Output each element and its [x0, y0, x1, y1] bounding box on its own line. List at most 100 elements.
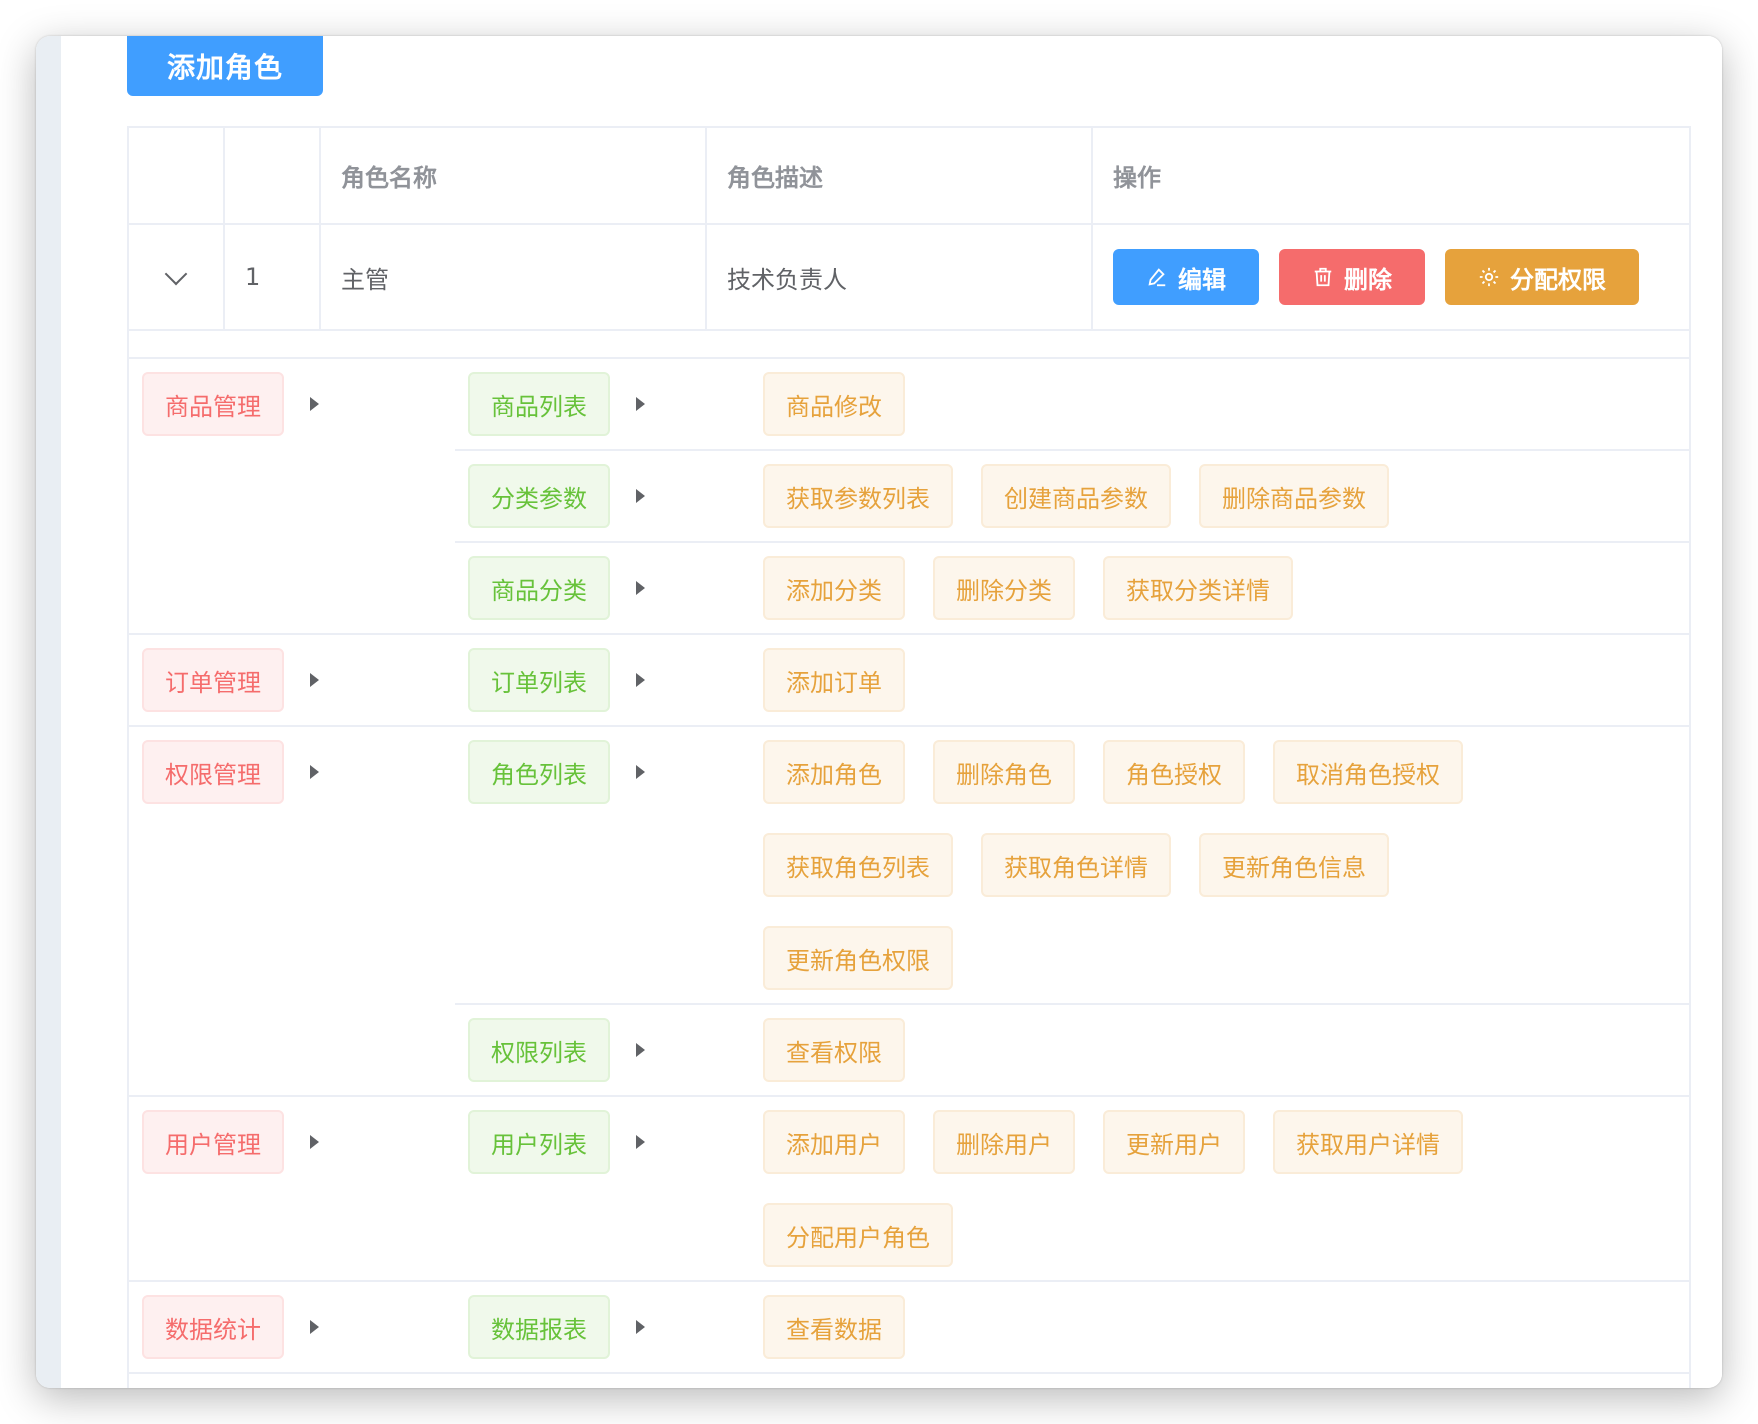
- trash-icon: [1314, 267, 1332, 287]
- rights-level3-tag[interactable]: 添加分类: [763, 556, 905, 620]
- rights-level1-cell: 数据统计: [129, 1282, 455, 1372]
- caret-right-icon: [310, 673, 319, 687]
- rights-level3-tag[interactable]: 获取角色详情: [981, 833, 1171, 897]
- assign-rights-button[interactable]: 分配权限: [1445, 249, 1639, 305]
- rights-level2-row: 数据报表 查看数据: [455, 1282, 1689, 1372]
- header-expand: [129, 128, 225, 223]
- rights-level1-tag[interactable]: 数据统计: [142, 1295, 284, 1359]
- rights-level3-tag[interactable]: 获取角色列表: [763, 833, 953, 897]
- rights-level2-row: 商品分类 添加分类 删除分类 获取分类详情: [455, 541, 1689, 633]
- rights-level1-row: 权限管理 角色列表 添加角色 删除角色 角色授权 取消角色授权获取角色列表 获取角色详情 更新…: [129, 727, 1689, 1097]
- gear-icon: [1479, 267, 1499, 287]
- table-row: 1 主管 技术负责人 编辑 删除 分配权限: [129, 225, 1689, 331]
- rights-level3-tag[interactable]: 取消角色授权: [1273, 740, 1463, 804]
- rights-level3-tag[interactable]: 商品修改: [763, 372, 905, 436]
- roles-card: 添加角色 角色名称 角色描述 操作 1 主管 技术负责人 编辑 删除 分配权限 …: [61, 36, 1722, 1388]
- rights-level2-group: 商品列表 商品修改分类参数 获取参数列表 创建商品参数 删除商品参数商品分类 添加分类 删除…: [455, 359, 1689, 633]
- rights-level2-row: 用户列表 添加用户 删除用户 更新用户 获取用户详情分配用户角色: [455, 1097, 1689, 1280]
- rights-level2-row: 权限列表 查看权限: [455, 1003, 1689, 1095]
- rights-level2-group: 用户列表 添加用户 删除用户 更新用户 获取用户详情分配用户角色: [455, 1097, 1689, 1280]
- rights-level3-tag[interactable]: 删除用户: [933, 1110, 1075, 1174]
- rights-level3-tag[interactable]: 获取分类详情: [1103, 556, 1293, 620]
- header-ops-label: 操作: [1113, 164, 1161, 192]
- rights-level3-tag[interactable]: 添加角色: [763, 740, 905, 804]
- rights-level3-tag[interactable]: 添加订单: [763, 648, 905, 712]
- rights-level3-tag[interactable]: 更新用户: [1103, 1110, 1245, 1174]
- rights-level3-cell: 添加用户 删除用户 更新用户 获取用户详情分配用户角色: [763, 1097, 1689, 1280]
- rights-level3-tag[interactable]: 角色授权: [1103, 740, 1245, 804]
- rights-level3-tag[interactable]: 创建商品参数: [981, 464, 1171, 528]
- rights-level3-tag[interactable]: 删除商品参数: [1199, 464, 1389, 528]
- rights-level2-tag[interactable]: 订单列表: [468, 648, 610, 712]
- header-role-name-label: 角色名称: [341, 164, 437, 192]
- rights-level3-tag[interactable]: 获取用户详情: [1273, 1110, 1463, 1174]
- rights-level3-tag[interactable]: 分配用户角色: [763, 1203, 953, 1267]
- rights-level3-cell: 添加分类 删除分类 获取分类详情: [763, 543, 1689, 633]
- header-role-name: 角色名称: [321, 128, 707, 223]
- rights-level3-cell: 查看权限: [763, 1005, 1689, 1095]
- rights-level1-row: 用户管理 用户列表 添加用户 删除用户 更新用户 获取用户详情分配用户角色: [129, 1097, 1689, 1282]
- row-role-name: 主管: [321, 225, 707, 329]
- rights-level2-cell: 数据报表: [455, 1282, 763, 1372]
- rights-level1-cell: 用户管理: [129, 1097, 455, 1280]
- caret-right-icon: [636, 673, 645, 687]
- caret-right-icon: [636, 397, 645, 411]
- edit-button[interactable]: 编辑: [1113, 249, 1259, 305]
- rights-level3-cell: 添加订单: [763, 635, 1689, 725]
- rights-level3-tag[interactable]: 查看权限: [763, 1018, 905, 1082]
- rights-level2-cell: 订单列表: [455, 635, 763, 725]
- header-role-desc-label: 角色描述: [727, 164, 823, 192]
- rights-level1-tag[interactable]: 用户管理: [142, 1110, 284, 1174]
- rights-level3-tag[interactable]: 更新角色信息: [1199, 833, 1389, 897]
- add-role-button[interactable]: 添加角色: [127, 36, 323, 96]
- caret-right-icon: [636, 765, 645, 779]
- rights-level2-group: 订单列表 添加订单: [455, 635, 1689, 725]
- delete-button[interactable]: 删除: [1279, 249, 1425, 305]
- chevron-down-icon[interactable]: [164, 262, 188, 286]
- row-index-value: 1: [245, 263, 261, 291]
- rights-level3-tag[interactable]: 删除分类: [933, 556, 1075, 620]
- rights-level2-cell: 权限列表: [455, 1005, 763, 1095]
- rights-level1-row: 订单管理 订单列表 添加订单: [129, 635, 1689, 727]
- rights-level1-cell: 商品管理: [129, 359, 455, 633]
- rights-level2-tag[interactable]: 权限列表: [468, 1018, 610, 1082]
- rights-level2-tag[interactable]: 用户列表: [468, 1110, 610, 1174]
- row-expand-toggle[interactable]: [129, 225, 225, 329]
- rights-level3-tag[interactable]: 更新角色权限: [763, 926, 953, 990]
- rights-level3-tag[interactable]: 添加用户: [763, 1110, 905, 1174]
- rights-level1-tag[interactable]: 权限管理: [142, 740, 284, 804]
- header-role-desc: 角色描述: [707, 128, 1093, 223]
- rights-level3-cell: 商品修改: [763, 359, 1689, 449]
- rights-level2-cell: 分类参数: [455, 451, 763, 541]
- rights-level2-group: 数据报表 查看数据: [455, 1282, 1689, 1372]
- rights-level2-cell: 用户列表: [455, 1097, 763, 1280]
- rights-level3-tag[interactable]: 获取参数列表: [763, 464, 953, 528]
- caret-right-icon: [310, 765, 319, 779]
- edit-icon: [1148, 268, 1166, 287]
- rights-level3-tag[interactable]: 查看数据: [763, 1295, 905, 1359]
- rights-level2-tag[interactable]: 角色列表: [468, 740, 610, 804]
- assign-rights-button-label: 分配权限: [1510, 265, 1606, 294]
- rights-level3-tag[interactable]: 删除角色: [933, 740, 1075, 804]
- roles-table: 角色名称 角色描述 操作 1 主管 技术负责人 编辑 删除 分配权限 商品管理 …: [127, 126, 1691, 1388]
- rights-level2-cell: 角色列表: [455, 727, 763, 1003]
- rights-level2-group: 角色列表 添加角色 删除角色 角色授权 取消角色授权获取角色列表 获取角色详情 更新角色信息…: [455, 727, 1689, 1095]
- rights-level1-tag[interactable]: 订单管理: [142, 648, 284, 712]
- caret-right-icon: [310, 1320, 319, 1334]
- rights-level2-row: 订单列表 添加订单: [455, 635, 1689, 725]
- caret-right-icon: [310, 397, 319, 411]
- rights-level2-tag[interactable]: 数据报表: [468, 1295, 610, 1359]
- row-role-desc-value: 技术负责人: [727, 265, 847, 294]
- caret-right-icon: [636, 489, 645, 503]
- rights-level2-row: 角色列表 添加角色 删除角色 角色授权 取消角色授权获取角色列表 获取角色详情 更新角色信息…: [455, 727, 1689, 1003]
- header-ops: 操作: [1093, 128, 1689, 223]
- rights-level2-tag[interactable]: 商品分类: [468, 556, 610, 620]
- rights-level3-cell: 查看数据: [763, 1282, 1689, 1372]
- rights-level3-cell: 添加角色 删除角色 角色授权 取消角色授权获取角色列表 获取角色详情 更新角色信息更新角色…: [763, 727, 1689, 1003]
- rights-level2-tag[interactable]: 商品列表: [468, 372, 610, 436]
- rights-level2-tag[interactable]: 分类参数: [468, 464, 610, 528]
- rights-level1-row: 数据统计 数据报表 查看数据: [129, 1282, 1689, 1374]
- rights-level1-tag[interactable]: 商品管理: [142, 372, 284, 436]
- edit-button-label: 编辑: [1178, 265, 1226, 294]
- caret-right-icon: [636, 1135, 645, 1149]
